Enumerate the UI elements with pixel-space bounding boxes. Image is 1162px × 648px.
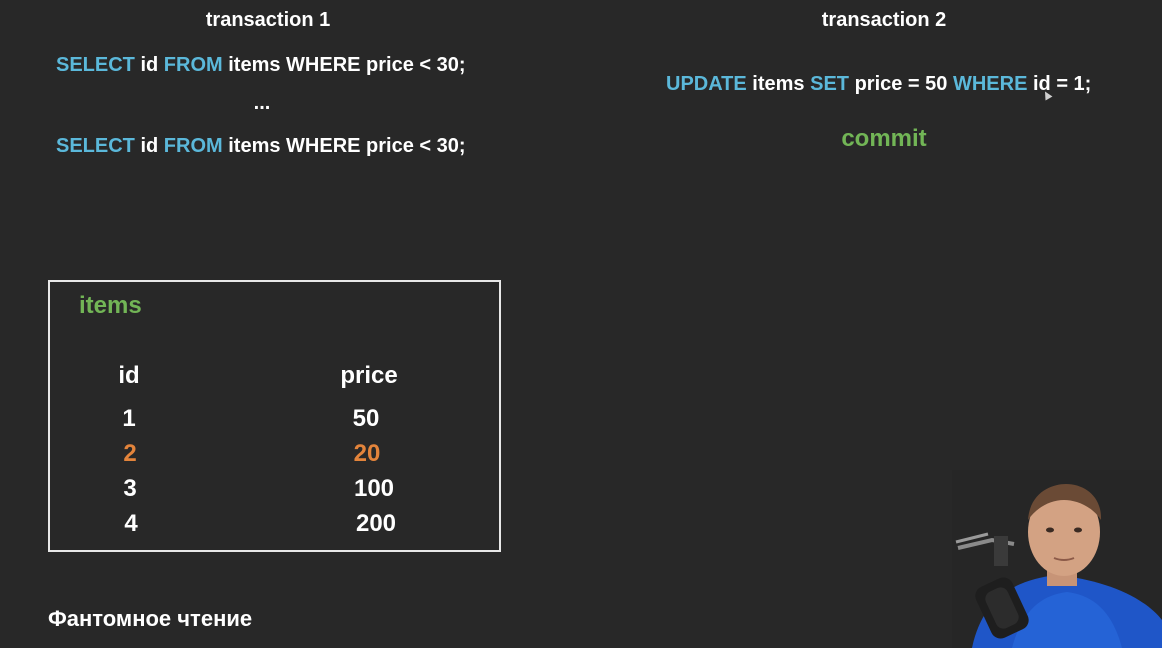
transaction-1-select-query-1: SELECT id FROM items WHERE price < 30;: [56, 54, 466, 77]
table-cell-price: 50: [352, 405, 380, 432]
sql-keyword-set: SET: [810, 73, 850, 95]
sql-text: price = 50: [849, 73, 953, 95]
table-cell-price: 100: [353, 475, 395, 502]
table-title: items: [79, 292, 142, 319]
sql-text: items: [746, 73, 811, 95]
sql-text: id: [134, 54, 164, 76]
sql-keyword-select: SELECT: [56, 135, 135, 157]
transaction-2-heading: transaction 2: [821, 9, 947, 31]
sql-keyword-select: SELECT: [56, 54, 135, 76]
sql-keyword-where: WHERE: [952, 73, 1028, 95]
items-table-box: [48, 280, 501, 552]
transaction-2-update-query: UPDATE items SET price = 50 WHERE id = 1…: [666, 73, 1091, 96]
column-header-price: price: [340, 362, 398, 389]
column-header-id: id: [118, 362, 140, 389]
sql-text: items WHERE price < 30;: [222, 54, 466, 76]
table-cell-id: 1: [122, 405, 136, 432]
table-cell-id-highlighted: 2: [123, 440, 137, 467]
sql-text: id = 1;: [1027, 73, 1092, 95]
transaction-1-heading: transaction 1: [205, 9, 331, 31]
table-cell-id: 3: [123, 475, 137, 502]
sql-keyword-from: FROM: [163, 135, 223, 157]
table-cell-price: 200: [355, 510, 397, 537]
sql-keyword-from: FROM: [163, 54, 223, 76]
presenter-video: [952, 470, 1162, 648]
transaction-1-ellipsis: ...: [253, 92, 271, 114]
transaction-1-select-query-2: SELECT id FROM items WHERE price < 30;: [56, 135, 466, 158]
sql-text: id: [134, 135, 164, 157]
sql-text: items WHERE price < 30;: [222, 135, 466, 157]
slide-caption: Фантомное чтение: [48, 606, 253, 631]
table-cell-price-highlighted: 20: [353, 440, 381, 467]
commit-label: commit: [841, 125, 927, 152]
webcam-overlay: [952, 470, 1162, 648]
table-cell-id: 4: [124, 510, 138, 537]
sql-keyword-update: UPDATE: [666, 73, 747, 95]
